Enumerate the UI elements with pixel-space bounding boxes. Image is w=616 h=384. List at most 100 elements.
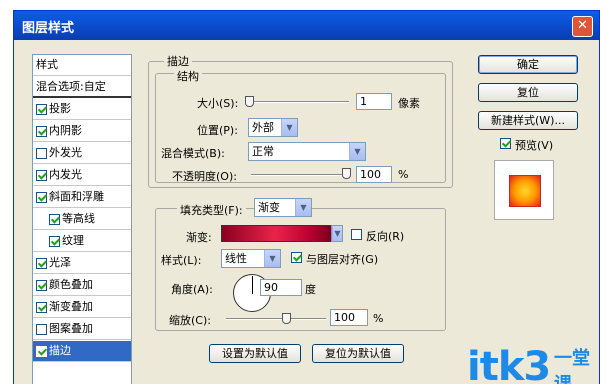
style-list: 样式 混合选项:自定 投影内阴影外发光内发光斜面和浮雕等高线纹理光泽颜色叠加渐变…: [32, 54, 132, 384]
opacity-slider[interactable]: [251, 174, 349, 176]
layer-style-dialog: 图层样式 ✕ 样式 混合选项:自定 投影内阴影外发光内发光斜面和浮雕等高线纹理光…: [13, 10, 600, 384]
style-item-label: 等高线: [62, 212, 95, 225]
blend-mode-label: 混合模式(B):: [161, 147, 225, 160]
style-list-item[interactable]: 图案叠加: [33, 319, 131, 340]
style-item-label: 光泽: [49, 256, 71, 269]
style-item-checkbox[interactable]: [49, 235, 60, 247]
opacity-slider-thumb[interactable]: [342, 168, 351, 179]
style-item-checkbox[interactable]: [49, 213, 60, 225]
position-select[interactable]: 外部 ▼: [248, 118, 298, 137]
style-item-label: 外发光: [49, 146, 82, 159]
new-style-button[interactable]: 新建样式(W)...: [478, 111, 578, 130]
angle-dial-needle: [252, 276, 253, 294]
fill-type-select[interactable]: 渐变 ▼: [254, 198, 312, 217]
style-item-checkbox[interactable]: [36, 147, 47, 159]
style-item-checkbox[interactable]: [36, 257, 47, 269]
style-item-checkbox[interactable]: [36, 323, 47, 335]
style-item-checkbox[interactable]: [36, 169, 47, 181]
close-icon[interactable]: ✕: [572, 16, 593, 37]
chevron-down-icon: ▼: [332, 226, 342, 241]
style-item-label: 图案叠加: [49, 322, 93, 335]
blend-mode-value: 正常: [252, 145, 274, 158]
chevron-down-icon: ▼: [264, 250, 280, 267]
align-with-layer-label: 与图层对齐(G): [306, 253, 379, 266]
style-item-label: 描边: [49, 344, 71, 357]
opacity-label: 不透明度(O):: [172, 170, 237, 183]
structure-title: 结构: [174, 68, 202, 84]
gradient-style-select[interactable]: 线性 ▼: [221, 249, 281, 268]
set-default-button[interactable]: 设置为默认值: [209, 344, 301, 363]
style-item-checkbox[interactable]: [36, 103, 47, 115]
style-list-item[interactable]: 内发光: [33, 165, 131, 186]
gradient-label: 渐变:: [186, 231, 212, 244]
size-slider[interactable]: [251, 101, 349, 103]
position-value: 外部: [252, 121, 274, 134]
style-list-item[interactable]: 内阴影: [33, 121, 131, 142]
angle-unit: 度: [305, 283, 316, 296]
chevron-down-icon: ▼: [295, 199, 311, 216]
size-unit: 像素: [398, 97, 420, 110]
dialog-title: 图层样式: [22, 21, 75, 36]
reverse-label: 反向(R): [366, 230, 405, 243]
angle-input[interactable]: 90: [260, 279, 302, 296]
title-bar: 图层样式 ✕: [14, 11, 599, 40]
align-with-layer-checkbox[interactable]: [291, 252, 302, 263]
style-list-item[interactable]: 颜色叠加: [33, 275, 131, 296]
opacity-unit: %: [398, 168, 409, 181]
style-list-item[interactable]: 光泽: [33, 253, 131, 274]
preview-checkbox[interactable]: [500, 138, 511, 149]
style-list-item[interactable]: 外发光: [33, 143, 131, 164]
opacity-input[interactable]: 100: [356, 166, 392, 183]
style-item-checkbox[interactable]: [36, 301, 47, 313]
gradient-dropdown[interactable]: ▼: [331, 225, 343, 242]
ok-button[interactable]: 确定: [478, 55, 578, 74]
watermark-sub: 一堂课: [554, 348, 590, 384]
style-item-label: 颜色叠加: [49, 278, 93, 291]
gradient-swatch[interactable]: [221, 225, 341, 242]
style-list-item[interactable]: 描边: [33, 341, 131, 362]
style-list-item[interactable]: 斜面和浮雕: [33, 187, 131, 208]
stroke-group-title: 描边: [164, 53, 192, 69]
scale-slider[interactable]: [226, 318, 326, 320]
reset-default-button[interactable]: 复位为默认值: [312, 344, 404, 363]
style-item-label: 渐变叠加: [49, 300, 93, 313]
style-item-checkbox[interactable]: [36, 279, 47, 291]
style-list-item[interactable]: 渐变叠加: [33, 297, 131, 318]
style-item-label: 内发光: [49, 168, 82, 181]
style-item-checkbox[interactable]: [36, 345, 47, 357]
blend-options-item[interactable]: 混合选项:自定: [33, 77, 131, 98]
fill-type-label: 填充类型(F):: [177, 202, 246, 218]
style-item-label: 投影: [49, 102, 71, 115]
style-item-checkbox[interactable]: [36, 191, 47, 203]
chevron-down-icon: ▼: [281, 119, 297, 136]
style-list-item[interactable]: 投影: [33, 99, 131, 120]
scale-unit: %: [373, 312, 384, 325]
style-item-label: 纹理: [62, 234, 84, 247]
reset-button[interactable]: 复位: [478, 83, 578, 102]
gradient-style-value: 线性: [225, 252, 247, 265]
watermark-logo: itk3: [467, 344, 551, 384]
style-list-header-label: 样式: [36, 58, 58, 71]
style-item-label: 内阴影: [49, 124, 82, 137]
reverse-checkbox[interactable]: [351, 229, 362, 240]
blend-mode-select[interactable]: 正常 ▼: [248, 142, 366, 161]
chevron-down-icon: ▼: [349, 143, 365, 160]
style-preview-thumbnail: [494, 160, 554, 220]
scale-slider-thumb[interactable]: [282, 313, 291, 324]
style-list-item[interactable]: 等高线: [33, 209, 131, 230]
blend-options-label: 混合选项:自定: [36, 79, 106, 93]
size-slider-thumb[interactable]: [245, 96, 254, 107]
style-item-label: 斜面和浮雕: [49, 190, 104, 203]
preview-swatch: [509, 175, 541, 207]
size-input[interactable]: 1: [356, 93, 392, 110]
preview-label: 预览(V): [515, 139, 554, 152]
scale-label: 缩放(C):: [169, 314, 211, 327]
angle-label: 角度(A):: [171, 283, 213, 296]
position-label: 位置(P):: [197, 124, 238, 137]
size-label: 大小(S):: [197, 97, 239, 110]
style-list-item[interactable]: 纹理: [33, 231, 131, 252]
style-list-header: 样式: [33, 55, 131, 76]
scale-input[interactable]: 100: [330, 309, 368, 326]
style-label: 样式(L):: [161, 254, 202, 267]
style-item-checkbox[interactable]: [36, 125, 47, 137]
